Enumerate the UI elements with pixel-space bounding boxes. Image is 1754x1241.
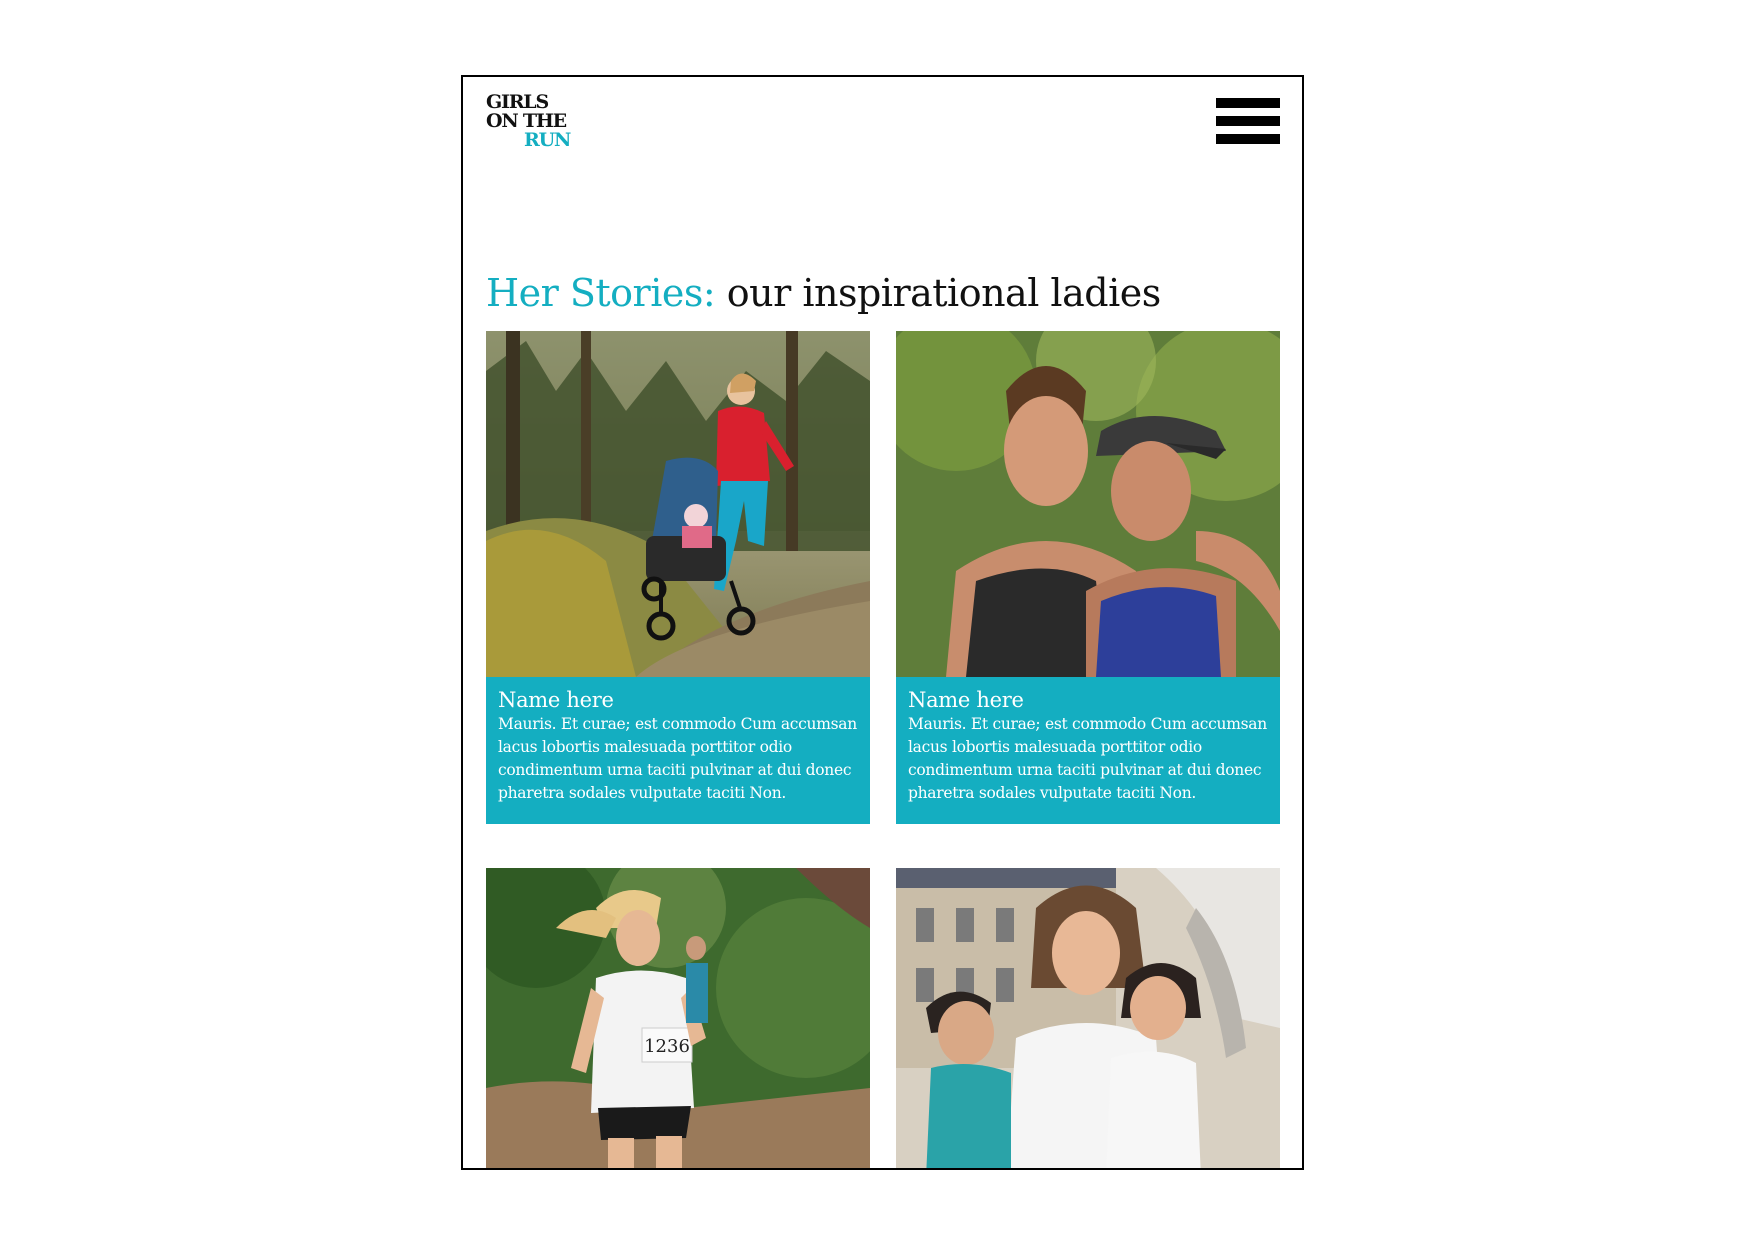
- story-caption: Name here Mauris. Et curae; est commodo …: [486, 677, 870, 824]
- story-name: Name here: [908, 688, 1024, 712]
- story-card[interactable]: Name here Mauris. Et curae; est commodo …: [486, 331, 870, 824]
- page-title-rest: our inspirational ladies: [715, 271, 1161, 315]
- mother-with-two-daughters-photo: [896, 868, 1280, 1168]
- story-caption: Name here Mauris. Et curae; est commodo …: [896, 677, 1280, 824]
- two-women-embracing-photo: [896, 331, 1280, 677]
- girls-on-the-run-logo[interactable]: GIRLS ON THE RUN: [486, 93, 571, 151]
- story-card[interactable]: Name here Mauris. Et curae; est commodo …: [896, 331, 1280, 824]
- page-title-accent: Her Stories:: [486, 271, 716, 315]
- logo-line-run: RUN: [524, 129, 571, 151]
- story-text: Mauris. Et curae; est commodo Cum accums…: [908, 715, 1267, 802]
- page-title: Her Stories: our inspirational ladies: [486, 269, 1161, 317]
- story-card[interactable]: [896, 868, 1280, 1168]
- race-bib-number: 1236: [644, 1036, 690, 1057]
- story-text: Mauris. Et curae; est commodo Cum accums…: [498, 715, 857, 802]
- woman-running-with-stroller-photo: [486, 331, 870, 677]
- menu-bar-top: [1216, 98, 1280, 108]
- story-card[interactable]: 1236: [486, 868, 870, 1168]
- menu-bar-middle: [1216, 116, 1280, 126]
- hamburger-menu-icon[interactable]: [1216, 98, 1280, 144]
- mobile-page-frame: GIRLS ON THE RUN Her Stories: our inspir…: [461, 75, 1304, 1170]
- girl-running-race-photo: 1236: [486, 868, 870, 1168]
- menu-bar-bottom: [1216, 134, 1280, 144]
- story-name: Name here: [498, 688, 614, 712]
